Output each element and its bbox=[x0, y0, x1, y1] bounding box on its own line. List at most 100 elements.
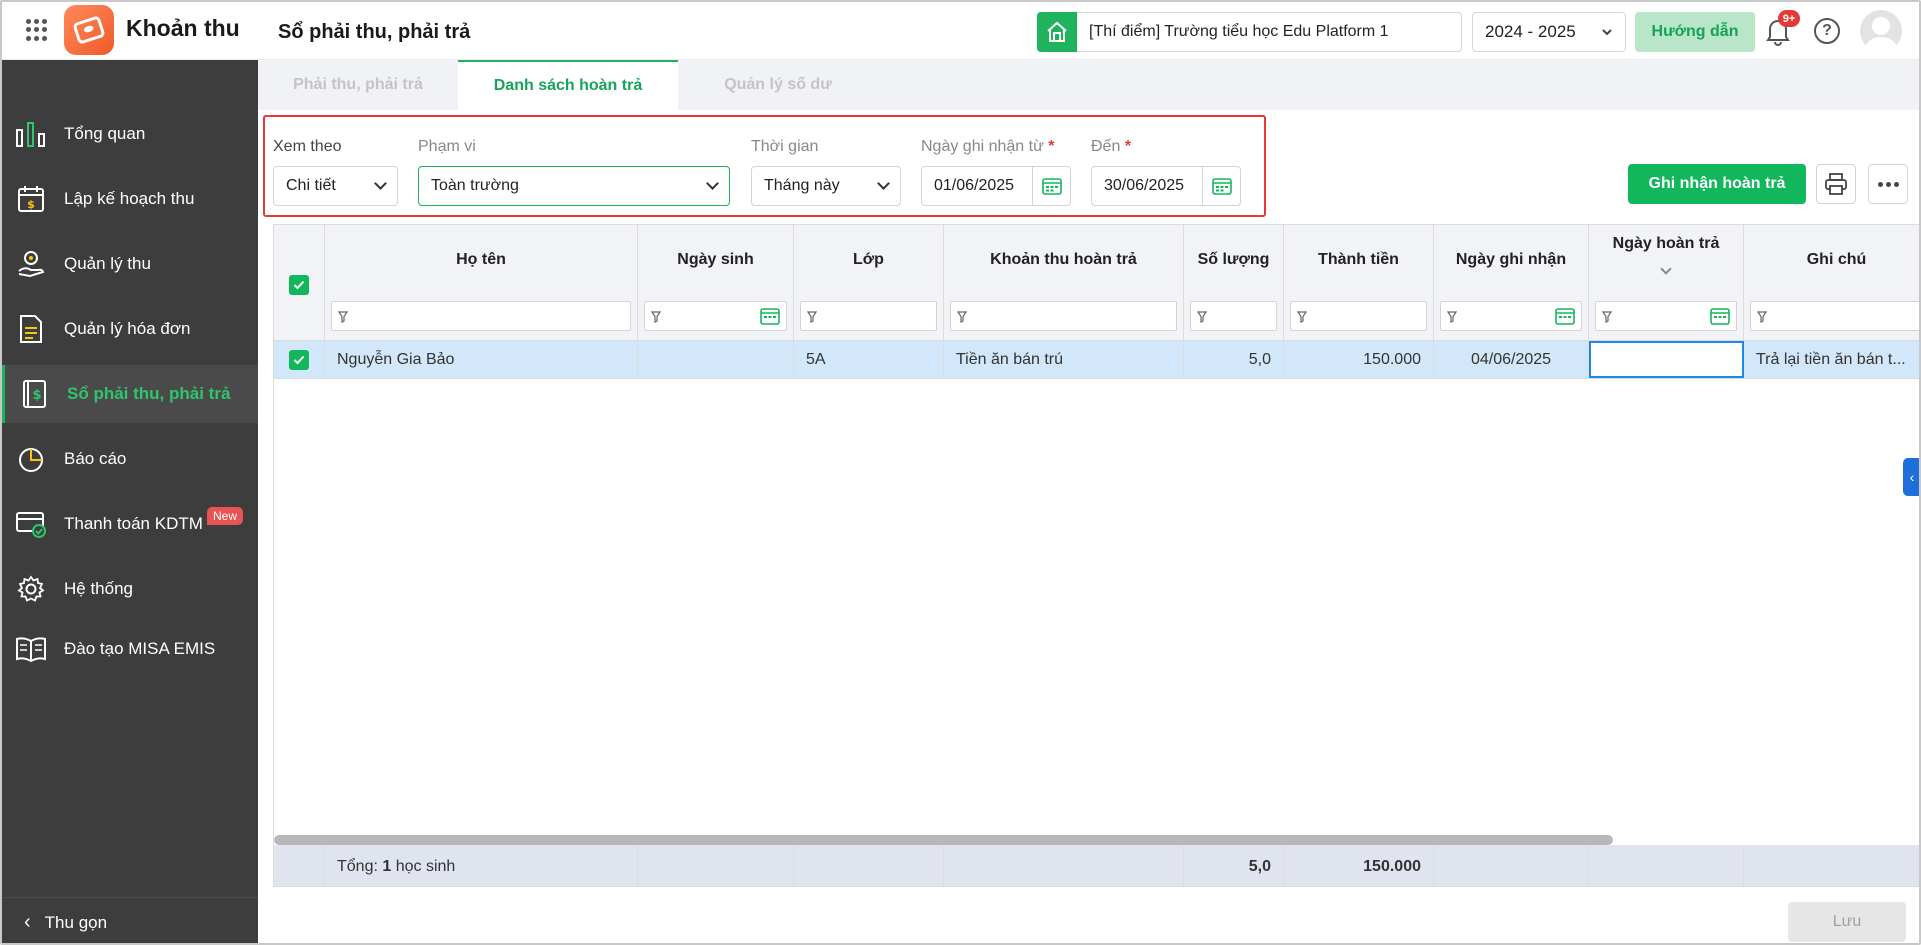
collapse-label: Thu gọn bbox=[44, 912, 108, 932]
tab-balance-management[interactable]: Quản lý số dư bbox=[678, 60, 878, 110]
horizontal-scrollbar[interactable] bbox=[274, 835, 1613, 845]
chevron-down-icon bbox=[877, 177, 890, 190]
calendar-icon[interactable] bbox=[1710, 307, 1730, 330]
calendar-icon[interactable] bbox=[1555, 307, 1575, 330]
tab-receivables-payables[interactable]: Phải thu, phải trả bbox=[258, 60, 458, 110]
filter-input[interactable] bbox=[644, 301, 787, 331]
column-header-class[interactable]: Lớp bbox=[794, 225, 944, 340]
calendar-dollar-icon: $ bbox=[14, 182, 48, 216]
school-year-value: 2024 - 2025 bbox=[1485, 22, 1576, 41]
school-selector[interactable]: [Thí điểm] Trường tiểu học Edu Platform … bbox=[1037, 11, 1462, 52]
filter-icon bbox=[1296, 310, 1308, 328]
from-date-input[interactable]: 01/06/2025 bbox=[921, 166, 1071, 206]
from-date-value: 01/06/2025 bbox=[934, 177, 1015, 194]
sidebar-item-label: Lập kế hoạch thu bbox=[64, 189, 195, 208]
sidebar-item-planning[interactable]: $ Lập kế hoạch thu bbox=[2, 170, 258, 228]
cell-dob[interactable] bbox=[638, 341, 794, 378]
sidebar-item-reports[interactable]: Báo cáo bbox=[2, 430, 258, 488]
tab-refund-list[interactable]: Danh sách hoàn trả bbox=[458, 60, 678, 110]
scope-select[interactable]: Toàn trường bbox=[418, 166, 730, 206]
app-grid-icon[interactable] bbox=[26, 19, 48, 41]
calendar-icon[interactable] bbox=[760, 307, 780, 330]
filter-input[interactable] bbox=[800, 301, 937, 331]
avatar[interactable] bbox=[1860, 10, 1902, 52]
column-header-refund-date[interactable]: Ngày hoàn trả bbox=[1589, 225, 1744, 340]
more-options-icon[interactable] bbox=[1868, 164, 1908, 204]
column-header-dob[interactable]: Ngày sinh bbox=[638, 225, 794, 340]
cell-note[interactable]: Trả lại tiền ăn bán t... bbox=[1744, 341, 1919, 378]
refund-table: Họ tên Ngày sinh Lớp Khoản thu hoàn trả … bbox=[273, 224, 1919, 887]
cell-amount[interactable]: 150.000 bbox=[1284, 341, 1434, 378]
filter-input[interactable] bbox=[1595, 301, 1737, 331]
sidebar-item-system[interactable]: Hệ thống bbox=[2, 560, 258, 618]
save-button[interactable]: Lưu bbox=[1788, 902, 1906, 942]
column-header-quantity[interactable]: Số lượng bbox=[1184, 225, 1284, 340]
side-panel-toggle[interactable]: ‹ bbox=[1903, 458, 1919, 496]
cell-fee[interactable]: Tiền ăn bán trú bbox=[944, 341, 1184, 378]
sidebar-item-training[interactable]: Đào tạo MISA EMIS bbox=[2, 620, 258, 678]
school-year-select[interactable]: 2024 - 2025 bbox=[1472, 12, 1626, 52]
filter-input[interactable] bbox=[1190, 301, 1277, 331]
to-date-input[interactable]: 30/06/2025 bbox=[1091, 166, 1241, 206]
page-title: Sổ phải thu, phải trả bbox=[278, 21, 471, 43]
total-amount: 150.000 bbox=[1284, 845, 1434, 886]
column-header-note[interactable]: Ghi chú bbox=[1744, 225, 1919, 340]
pie-chart-icon bbox=[14, 442, 48, 476]
sidebar-item-label: Quản lý thu bbox=[64, 254, 151, 273]
view-select[interactable]: Chi tiết bbox=[273, 166, 398, 206]
column-header-amount[interactable]: Thành tiền bbox=[1284, 225, 1434, 340]
filter-icon bbox=[1601, 310, 1613, 328]
total-quantity: 5,0 bbox=[1184, 845, 1284, 886]
sidebar-item-ledger[interactable]: $ Sổ phải thu, phải trả bbox=[2, 365, 258, 423]
calendar-icon[interactable] bbox=[1202, 167, 1240, 205]
time-value: Tháng này bbox=[764, 177, 840, 194]
guide-button[interactable]: Hướng dẫn bbox=[1635, 12, 1755, 52]
total-students: Tổng: 1 học sinh bbox=[325, 845, 638, 886]
print-icon[interactable] bbox=[1816, 164, 1856, 204]
filter-input[interactable] bbox=[1440, 301, 1582, 331]
cell-refund-date-editor[interactable] bbox=[1589, 341, 1744, 378]
table-header: Họ tên Ngày sinh Lớp Khoản thu hoàn trả … bbox=[274, 225, 1919, 341]
calendar-icon[interactable] bbox=[1032, 167, 1070, 205]
cell-class[interactable]: 5A bbox=[794, 341, 944, 378]
column-header-name[interactable]: Họ tên bbox=[325, 225, 638, 340]
sidebar-item-collection[interactable]: Quản lý thu bbox=[2, 235, 258, 293]
cell-quantity[interactable]: 5,0 bbox=[1184, 341, 1284, 378]
sidebar-item-label: Đào tạo MISA EMIS bbox=[64, 639, 216, 658]
time-select[interactable]: Tháng này bbox=[751, 166, 901, 206]
sidebar-item-invoices[interactable]: Quản lý hóa đơn bbox=[2, 300, 258, 358]
sidebar-item-label: Báo cáo bbox=[64, 449, 127, 468]
table-row[interactable]: Nguyễn Gia Bảo 5A Tiền ăn bán trú 5,0 15… bbox=[274, 341, 1919, 379]
row-checkbox[interactable] bbox=[289, 350, 309, 370]
filter-input[interactable] bbox=[950, 301, 1177, 331]
new-badge: New bbox=[207, 507, 244, 525]
column-header-recorded-date[interactable]: Ngày ghi nhận bbox=[1434, 225, 1589, 340]
sidebar-item-payment[interactable]: Thanh toán KDTM New bbox=[2, 495, 258, 553]
school-name: [Thí điểm] Trường tiểu học Edu Platform … bbox=[1089, 23, 1389, 40]
gear-icon bbox=[14, 572, 48, 606]
cell-recorded-date[interactable]: 04/06/2025 bbox=[1434, 341, 1589, 378]
select-all-cell bbox=[274, 225, 325, 340]
filter-input[interactable] bbox=[1750, 301, 1919, 331]
notification-badge: 9+ bbox=[1778, 10, 1800, 27]
chevron-down-icon bbox=[706, 177, 719, 190]
svg-text:$: $ bbox=[32, 388, 41, 403]
help-icon[interactable]: ? bbox=[1814, 18, 1840, 44]
sidebar-item-label: Sổ phải thu, phải trả bbox=[67, 384, 231, 403]
sidebar-item-label: Thanh toán KDTM bbox=[64, 514, 203, 533]
sidebar-item-overview[interactable]: Tổng quan bbox=[2, 105, 258, 163]
filter-icon bbox=[806, 310, 818, 328]
svg-text:$: $ bbox=[27, 198, 35, 211]
column-header-fee[interactable]: Khoản thu hoàn trả bbox=[944, 225, 1184, 340]
cell-name[interactable]: Nguyễn Gia Bảo bbox=[325, 341, 638, 378]
hand-coin-icon bbox=[14, 247, 48, 281]
select-all-checkbox[interactable] bbox=[289, 275, 309, 295]
to-date-value: 30/06/2025 bbox=[1104, 177, 1185, 194]
record-refund-button[interactable]: Ghi nhận hoàn trả bbox=[1628, 164, 1806, 204]
to-date-label: Đến * bbox=[1091, 138, 1132, 155]
filter-input[interactable] bbox=[331, 301, 631, 331]
chevron-left-icon: ‹ bbox=[24, 911, 31, 933]
chevron-down-icon[interactable] bbox=[1660, 263, 1672, 275]
filter-input[interactable] bbox=[1290, 301, 1427, 331]
collapse-sidebar-button[interactable]: ‹ Thu gọn bbox=[2, 897, 258, 943]
